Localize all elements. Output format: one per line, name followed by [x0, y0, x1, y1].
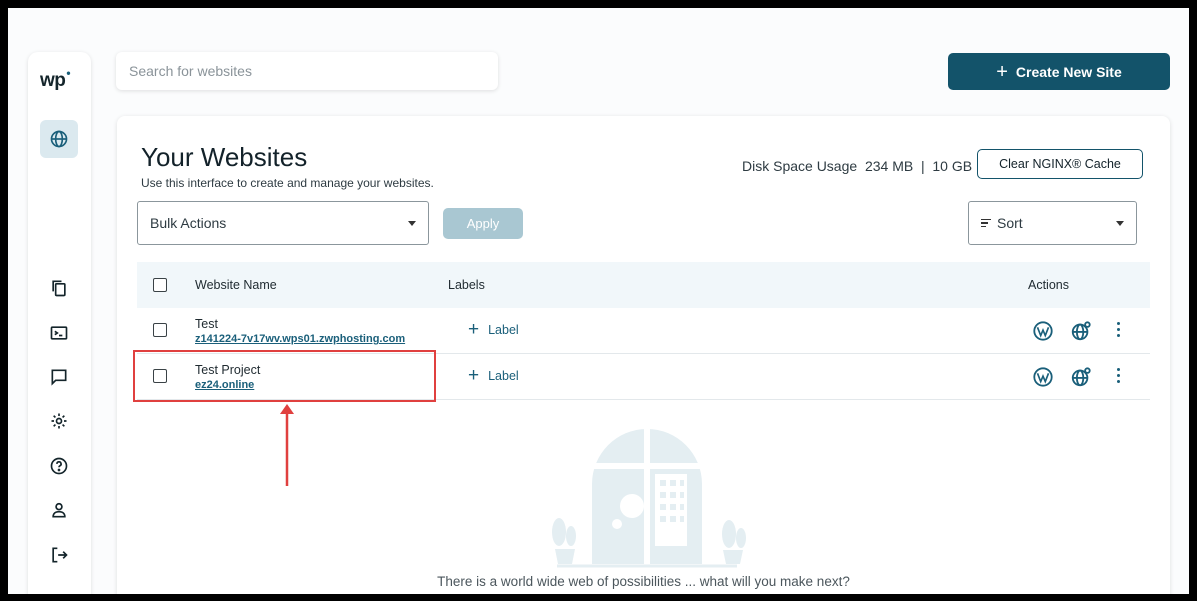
plus-icon: +	[468, 319, 480, 340]
wordpress-icon[interactable]	[1032, 366, 1054, 388]
add-label-button[interactable]: + Label	[468, 319, 519, 340]
globe-settings-icon[interactable]	[1070, 366, 1092, 388]
help-icon	[50, 457, 68, 475]
more-options-icon[interactable]	[1117, 322, 1120, 337]
sidebar-item-help[interactable]	[40, 447, 78, 485]
table-row: Test z141224-7v17wv.wps01.zwphosting.com…	[137, 308, 1150, 354]
sort-icon	[981, 218, 991, 228]
sidebar-item-chat[interactable]	[40, 358, 78, 396]
sidebar-item-terminal[interactable]	[40, 314, 78, 352]
apply-label: Apply	[466, 216, 500, 231]
logo[interactable]: wp•	[40, 66, 71, 92]
bulk-actions-label: Bulk Actions	[150, 215, 227, 231]
disk-usage: Disk Space Usage 234 MB | 10 GB	[742, 158, 973, 174]
sort-label: Sort	[997, 215, 1023, 231]
website-name: Test	[195, 317, 218, 331]
caret-down-icon	[1116, 221, 1124, 226]
select-all-checkbox[interactable]	[153, 278, 167, 292]
user-icon	[52, 502, 66, 518]
plus-icon: +	[996, 60, 1008, 83]
row-checkbox[interactable]	[153, 323, 167, 337]
chat-icon	[51, 369, 67, 386]
sidebar-item-copy[interactable]	[40, 269, 78, 307]
sort-select[interactable]: Sort	[968, 201, 1137, 245]
bulk-actions-select[interactable]: Bulk Actions	[137, 201, 429, 245]
page-subtitle: Use this interface to create and manage …	[141, 176, 434, 190]
add-label-text: Label	[488, 369, 519, 383]
arrow-up-icon	[280, 404, 294, 486]
caret-down-icon	[408, 221, 416, 226]
sidebar-item-websites[interactable]	[40, 120, 78, 158]
globe-settings-icon[interactable]	[1070, 320, 1092, 342]
website-url-link[interactable]: z141224-7v17wv.wps01.zwphosting.com	[195, 333, 405, 345]
wordpress-icon[interactable]	[1032, 320, 1054, 342]
highlight-box	[133, 350, 436, 402]
create-new-site-button[interactable]: + Create New Site	[948, 53, 1170, 90]
globe-icon	[50, 130, 68, 148]
add-label-text: Label	[488, 323, 519, 337]
apply-button[interactable]: Apply	[443, 208, 523, 239]
empty-state-message: There is a world wide web of possibiliti…	[437, 574, 850, 589]
copy-icon	[52, 280, 66, 297]
logout-icon	[52, 547, 68, 563]
column-labels: Labels	[448, 278, 485, 292]
sidebar-item-account[interactable]	[40, 491, 78, 529]
sidebar: wp•	[28, 52, 91, 594]
sidebar-item-logout[interactable]	[40, 536, 78, 574]
add-label-button[interactable]: + Label	[468, 365, 519, 386]
empty-state-illustration	[552, 429, 746, 568]
page-title: Your Websites	[141, 142, 308, 172]
clear-cache-label: Clear NGINX® Cache	[999, 157, 1121, 171]
clear-nginx-cache-button[interactable]: Clear NGINX® Cache	[977, 149, 1143, 179]
plus-icon: +	[468, 365, 480, 386]
app-frame: wp• + Create New Site Your W	[8, 8, 1189, 594]
sidebar-item-settings[interactable]	[40, 402, 78, 440]
search-input[interactable]	[116, 52, 498, 90]
terminal-icon	[50, 326, 68, 340]
more-options-icon[interactable]	[1117, 368, 1120, 383]
column-website-name: Website Name	[195, 278, 277, 292]
table-header: Website Name Labels Actions	[137, 262, 1150, 309]
create-new-site-label: Create New Site	[1015, 63, 1122, 80]
column-actions: Actions	[1028, 278, 1069, 292]
gear-icon	[51, 413, 67, 429]
